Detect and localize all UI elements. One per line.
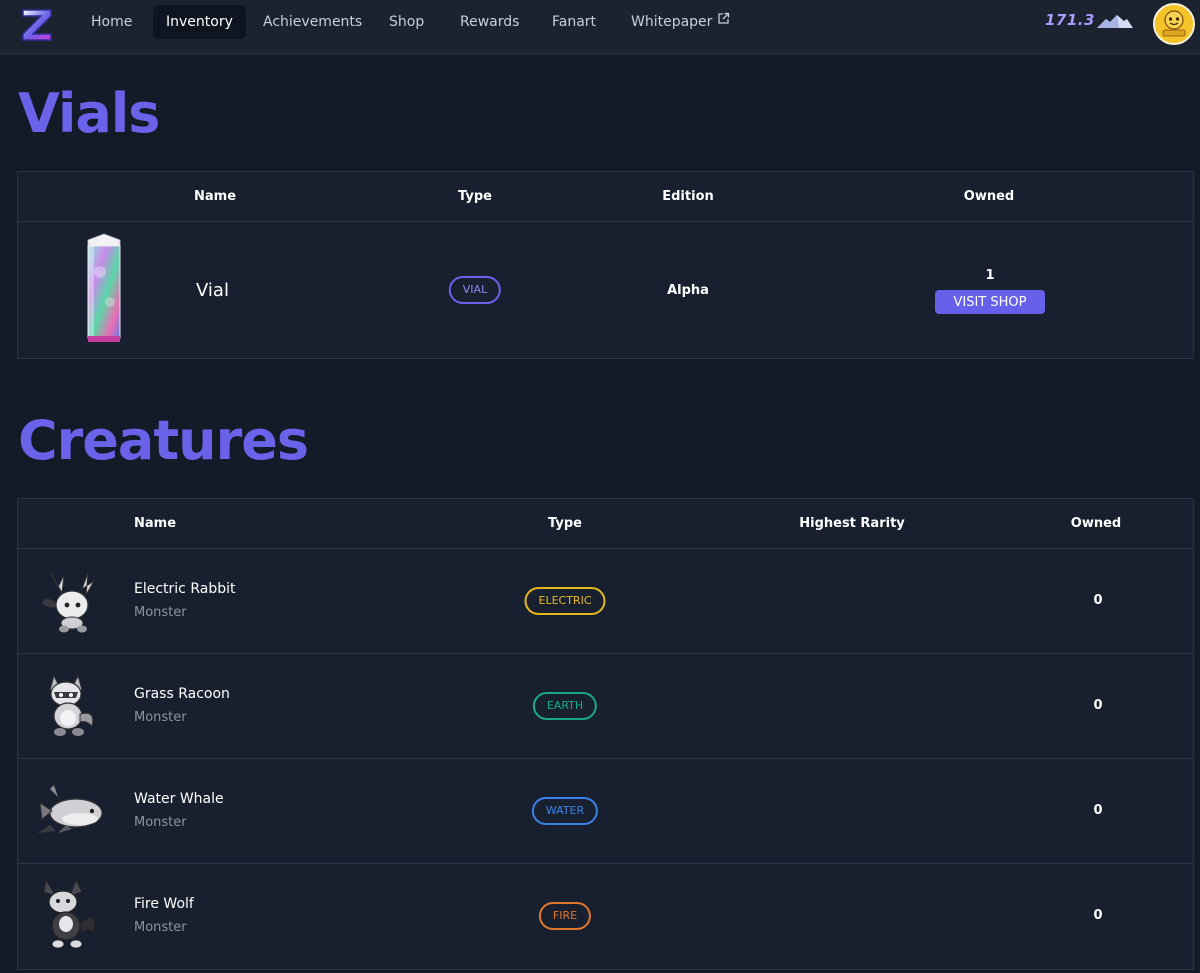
- table-row: Water Whale Monster WATER 0: [18, 759, 1193, 864]
- type-badge-electric: ELECTRIC: [524, 587, 606, 615]
- creature-name: Fire Wolf: [134, 896, 194, 912]
- creatures-col-owned: Owned: [1070, 516, 1122, 531]
- vials-col-owned: Owned: [963, 189, 1015, 204]
- creatures-table: Name Type Highest Rarity Owned Electric …: [17, 498, 1194, 970]
- water-whale-image: [36, 775, 108, 847]
- table-row: Electric Rabbit Monster ELECTRIC 0: [18, 549, 1193, 654]
- top-navbar: Home Inventory Achievements Shop Rewards…: [0, 0, 1200, 55]
- visit-shop-button[interactable]: VISIT SHOP: [935, 290, 1045, 314]
- type-badge-water: WATER: [531, 797, 599, 825]
- creature-category: Monster: [134, 920, 187, 935]
- creature-category: Monster: [134, 605, 187, 620]
- vials-table-header: Name Type Edition Owned: [18, 172, 1193, 222]
- fire-wolf-image: [36, 878, 108, 950]
- electric-rabbit-image: [36, 565, 108, 637]
- table-row: Fire Wolf Monster FIRE 0: [18, 864, 1193, 968]
- creatures-table-header: Name Type Highest Rarity Owned: [18, 499, 1193, 549]
- table-row: Grass Racoon Monster EARTH 0: [18, 654, 1193, 759]
- owned-count: 0: [1093, 803, 1103, 818]
- nav-rewards[interactable]: Rewards: [447, 5, 532, 39]
- mountain-icon: [1097, 13, 1133, 33]
- nav-whitepaper[interactable]: Whitepaper: [618, 5, 743, 39]
- user-avatar[interactable]: [1153, 3, 1195, 45]
- vial-owned-count: 1: [985, 268, 995, 283]
- grass-racoon-image: [36, 670, 108, 742]
- creature-name: Water Whale: [134, 791, 224, 807]
- external-link-icon: [717, 4, 730, 38]
- nav-fanart[interactable]: Fanart: [539, 5, 609, 39]
- owned-count: 0: [1093, 593, 1103, 608]
- vial-type-badge: VIAL: [448, 276, 502, 304]
- vials-col-edition: Edition: [662, 189, 714, 204]
- creature-category: Monster: [134, 710, 187, 725]
- token-balance: 171.3: [1045, 11, 1095, 29]
- owned-count: 0: [1093, 698, 1103, 713]
- vial-edition: Alpha: [667, 283, 709, 298]
- vials-col-type: Type: [458, 189, 492, 204]
- vials-col-name: Name: [193, 189, 237, 204]
- nav-achievements[interactable]: Achievements: [250, 5, 375, 39]
- nav-shop[interactable]: Shop: [376, 5, 437, 39]
- type-badge-earth: EARTH: [532, 692, 598, 720]
- creature-category: Monster: [134, 815, 187, 830]
- creatures-section-title: Creatures: [18, 409, 309, 472]
- nav-home[interactable]: Home: [78, 5, 145, 39]
- creatures-col-type: Type: [548, 516, 582, 531]
- owned-count: 0: [1093, 908, 1103, 923]
- app-logo[interactable]: [18, 4, 56, 44]
- table-row: Vial VIAL Alpha 1 VISIT SHOP: [18, 222, 1193, 358]
- creature-name: Electric Rabbit: [134, 581, 236, 597]
- nav-inventory[interactable]: Inventory: [153, 5, 246, 39]
- creature-name: Grass Racoon: [134, 686, 230, 702]
- type-badge-fire: FIRE: [538, 902, 592, 930]
- vial-image: [82, 232, 126, 348]
- vials-table: Name Type Edition Owned Vial VIAL Alpha …: [17, 171, 1194, 359]
- nav-whitepaper-label: Whitepaper: [631, 14, 713, 30]
- creatures-col-name: Name: [134, 516, 177, 531]
- creatures-col-rarity: Highest Rarity: [799, 516, 905, 531]
- vials-section-title: Vials: [18, 82, 160, 145]
- vial-name: Vial: [196, 280, 229, 301]
